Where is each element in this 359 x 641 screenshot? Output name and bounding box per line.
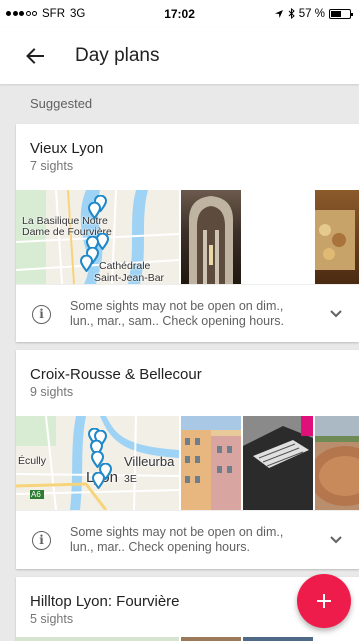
map-label: Villeurba (124, 454, 175, 469)
status-left: SFR 3G (6, 8, 85, 20)
sight-photo (181, 416, 241, 510)
app-bar: Day plans (0, 27, 359, 84)
chevron-down-icon (330, 536, 342, 544)
map-thumbnail: Écully Villeurba Lyon 3E A6 (16, 416, 179, 510)
signal-strength-icon (6, 11, 37, 16)
status-time: 17:02 (164, 6, 195, 21)
sight-photo (181, 190, 241, 284)
sight-photo (315, 190, 359, 284)
opening-hours-notice[interactable]: i Some sights may not be open on dim., l… (16, 284, 359, 342)
card-title: Vieux Lyon (30, 140, 104, 157)
status-right: 57 % (274, 7, 353, 20)
expand-button[interactable] (327, 531, 345, 549)
day-plan-card[interactable]: Vieux Lyon 7 sights La Basilique Notre D… (16, 124, 359, 342)
carrier-label: SFR (42, 7, 65, 20)
opening-hours-notice[interactable]: i Some sights may not be open on dim., l… (16, 510, 359, 569)
expand-button[interactable] (327, 305, 345, 323)
info-icon: i (32, 304, 51, 324)
map-label: A6 (31, 490, 41, 499)
location-arrow-icon (274, 9, 283, 18)
card-title: Croix-Rousse & Bellecour (30, 366, 202, 383)
notice-text: Some sights may not be open on dim., lun… (70, 525, 284, 554)
add-day-plan-button[interactable] (297, 574, 351, 628)
back-arrow-icon (26, 47, 44, 64)
map-pin-icon (88, 202, 101, 219)
map-label: 3E (124, 473, 137, 485)
map-label: Saint-Jean-Bar (94, 272, 165, 284)
card-sight-count: 9 sights (30, 385, 74, 399)
battery-percent: 57 % (298, 7, 325, 20)
map-label: Cathédrale (99, 260, 151, 272)
page-title: Day plans (75, 44, 160, 66)
bluetooth-icon (288, 8, 295, 19)
notice-text: Some sights may not be open on dim., lun… (70, 299, 284, 328)
sight-photo (243, 416, 313, 510)
image-strip (16, 637, 359, 641)
map-pin-icon (80, 255, 93, 272)
plus-icon (317, 594, 331, 608)
sight-photo (315, 416, 359, 510)
battery-icon (328, 8, 353, 19)
chevron-down-icon (330, 310, 342, 318)
status-bar: SFR 3G 17:02 57 % (0, 0, 359, 27)
image-strip[interactable]: La Basilique Notre Dame de Fourvière Cat… (16, 190, 359, 284)
map-pin-icon (92, 472, 105, 489)
day-plan-card[interactable]: Croix-Rousse & Bellecour 9 sights Écully… (16, 350, 359, 569)
network-label: 3G (70, 7, 86, 20)
info-icon: i (32, 530, 51, 550)
section-label: Suggested (30, 96, 93, 111)
card-sight-count: 7 sights (30, 159, 74, 173)
image-strip[interactable]: Écully Villeurba Lyon 3E A6 (16, 416, 359, 510)
card-sight-count: 5 sights (30, 612, 74, 626)
back-button[interactable] (24, 45, 46, 67)
map-label: Écully (18, 455, 47, 467)
map-thumbnail: La Basilique Notre Dame de Fourvière Cat… (16, 190, 179, 284)
card-title: Hilltop Lyon: Fourvière (30, 593, 180, 610)
